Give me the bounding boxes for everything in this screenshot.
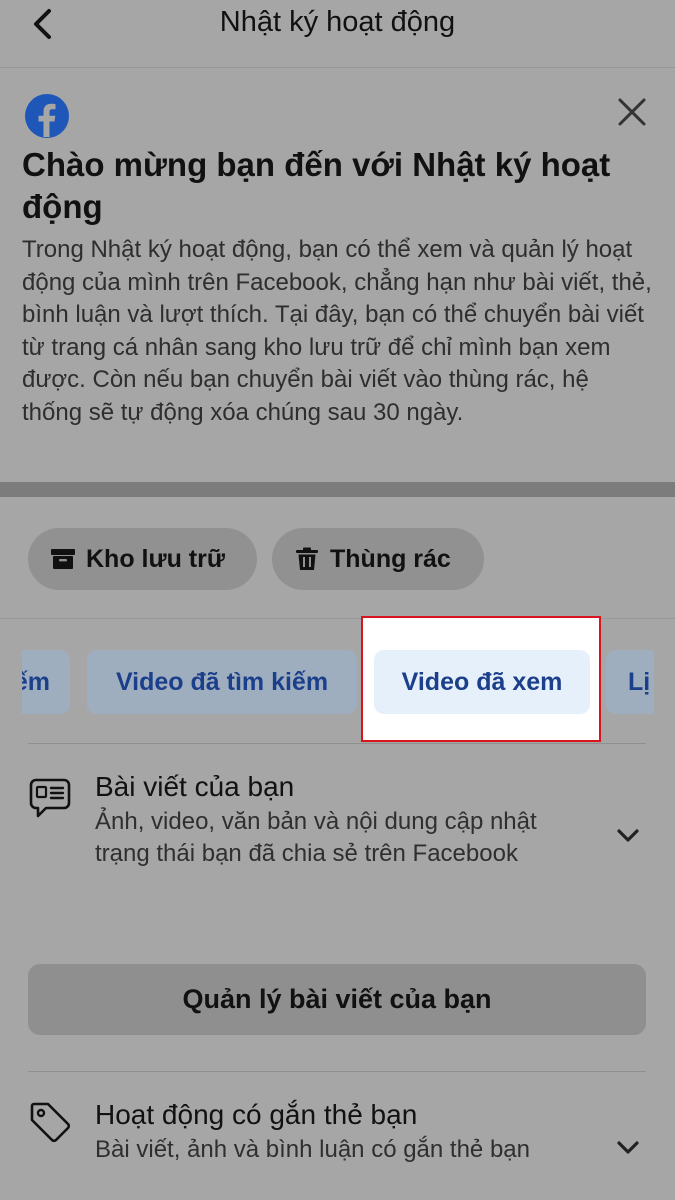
post-bubble-icon	[29, 778, 71, 818]
section-description-your-posts: Ảnh, video, văn bản và nội dung cập nhật…	[95, 808, 537, 867]
close-icon[interactable]	[612, 92, 652, 132]
archive-label: Kho lưu trữ	[86, 544, 225, 573]
archive-icon	[50, 546, 76, 572]
filter-chip-searched-videos[interactable]: Video đã tìm kiếm	[87, 650, 357, 714]
filter-chip-watched-videos[interactable]: Video đã xem	[374, 650, 590, 714]
chevron-down-icon[interactable]	[614, 1134, 642, 1162]
filter-chip[interactable]: ếm	[22, 650, 70, 714]
archive-button[interactable]: Kho lưu trữ	[28, 528, 257, 590]
welcome-title: Chào mừng bạn đến với Nhật ký hoạt động	[22, 146, 611, 225]
section-divider	[0, 482, 675, 497]
section-description-tagged-activity: Bài viết, ảnh và bình luận có gắn thẻ bạ…	[95, 1136, 530, 1163]
manage-posts-button[interactable]: Quản lý bài viết của bạn	[28, 964, 646, 1035]
trash-button[interactable]: Thùng rác	[272, 528, 484, 590]
top-nav-bar: Nhật ký hoạt động	[0, 0, 675, 68]
section-title-tagged-activity: Hoạt động có gắn thẻ bạn	[95, 1099, 418, 1130]
filter-chip[interactable]: Lị	[606, 650, 654, 714]
divider	[28, 1071, 646, 1072]
section-title-your-posts: Bài viết của bạn	[95, 771, 295, 802]
tag-icon	[30, 1102, 71, 1143]
trash-label: Thùng rác	[330, 544, 451, 573]
divider	[28, 743, 646, 744]
welcome-description: Trong Nhật ký hoạt động, bạn có thể xem …	[22, 236, 652, 426]
facebook-logo-icon	[25, 94, 69, 138]
chevron-down-icon[interactable]	[614, 822, 642, 850]
page-title: Nhật ký hoạt động	[219, 6, 456, 38]
filter-chips-carousel[interactable]: ếm Video đã tìm kiếm Video đã xem Lị	[22, 650, 654, 714]
trash-icon	[294, 546, 320, 572]
